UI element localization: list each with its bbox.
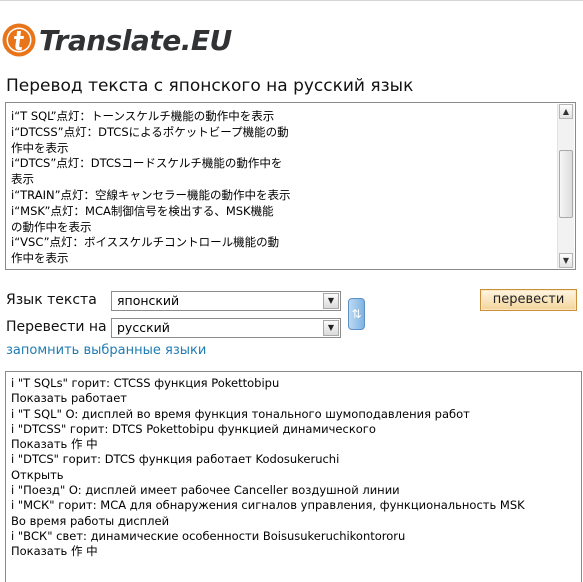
remember-languages-link[interactable]: запомнить выбранные языки <box>6 343 206 358</box>
scroll-down-arrow-icon[interactable]: ▼ <box>559 253 573 268</box>
chevron-down-icon[interactable]: ▼ <box>323 320 339 336</box>
target-language-select[interactable]: русский ▼ <box>111 318 341 338</box>
source-scrollbar[interactable]: ▲ ▼ <box>557 104 574 268</box>
scroll-thumb[interactable] <box>559 150 573 218</box>
brand-logo[interactable]: Translate.EU <box>1 22 232 58</box>
source-language-label: Язык текста <box>6 292 97 308</box>
swap-languages-button[interactable]: ⇅ <box>348 298 365 330</box>
translate-logo-icon <box>2 23 36 57</box>
swap-languages-icon: ⇅ <box>351 307 362 321</box>
target-language-value: русский <box>117 320 170 335</box>
result-text[interactable]: i "T SQLs" горит: CTCSS функция Pokettob… <box>11 376 577 582</box>
scroll-up-arrow-icon[interactable]: ▲ <box>559 104 573 119</box>
result-text-area[interactable]: i "T SQLs" горит: CTCSS функция Pokettob… <box>5 371 582 582</box>
chevron-down-icon[interactable]: ▼ <box>323 293 339 309</box>
source-text[interactable]: i“T SQL”点灯：トーンスケルチ機能の動作中を表示 i“DTCSS”点灯：D… <box>11 109 553 267</box>
page-title: Перевод текста с японского на русский яз… <box>6 76 414 96</box>
source-text-area[interactable]: i“T SQL”点灯：トーンスケルチ機能の動作中を表示 i“DTCSS”点灯：D… <box>5 102 576 270</box>
translate-button[interactable]: перевести <box>480 289 577 311</box>
source-language-value: японский <box>117 293 180 308</box>
top-border <box>0 0 583 1</box>
source-language-select[interactable]: японский ▼ <box>111 291 341 311</box>
brand-name: Translate.EU <box>39 23 232 57</box>
target-language-label: Перевести на <box>6 319 107 335</box>
